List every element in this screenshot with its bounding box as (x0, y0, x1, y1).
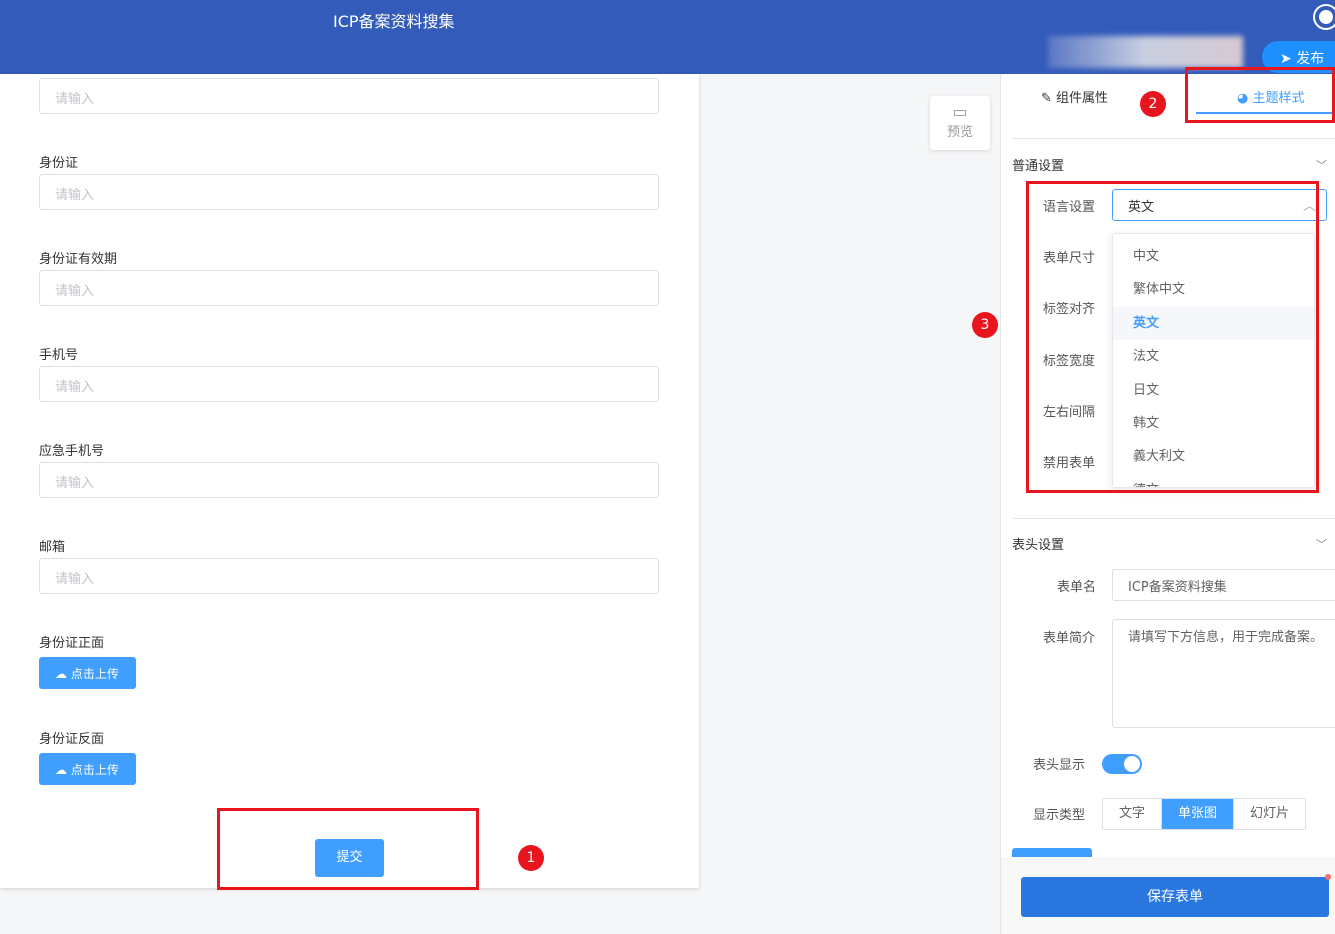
label: 表单简介 (1043, 631, 1096, 646)
field-label: 身份证反面 (39, 732, 105, 747)
id-card-input[interactable]: 请输入 (39, 174, 659, 210)
field-label: 邮箱 (39, 540, 66, 555)
field-label: 手机号 (39, 348, 79, 363)
divider (1012, 518, 1335, 519)
annotation-box (1026, 181, 1319, 493)
pencil-icon: ✎ (1041, 91, 1057, 106)
divider (1012, 138, 1335, 139)
field-label: 身份证正面 (39, 636, 105, 651)
annotation-box (217, 808, 479, 890)
id-validity-input[interactable]: 请输入 (39, 270, 659, 306)
display-type-single-image[interactable]: 单张图 (1162, 799, 1235, 829)
top-bar: ICP备案资料搜集 ➤ 发布 (0, 0, 1335, 74)
section-general[interactable]: 普通设置 (1012, 155, 1064, 174)
display-type-text[interactable]: 文字 (1103, 799, 1163, 829)
upload-front-button[interactable]: ☁ 点击上传 (39, 657, 136, 689)
display-type-group: 文字 单张图 幻灯片 (1102, 798, 1307, 830)
email-input[interactable]: 请输入 (39, 558, 659, 594)
save-form-button[interactable]: 保存表单 (1021, 877, 1329, 917)
section-header[interactable]: 表头设置 (1012, 534, 1064, 553)
preview-button[interactable]: ▭ 预览 (930, 96, 990, 150)
annotation-badge: 3 (972, 312, 998, 338)
form-name-input[interactable]: ICP备案资料搜集 (1112, 569, 1335, 601)
label: 表单名 (1057, 580, 1097, 595)
upload-back-button[interactable]: ☁ 点击上传 (39, 753, 136, 785)
tab-component-props[interactable]: ✎ 组件属性 (1041, 87, 1108, 106)
blurred-region (1048, 36, 1243, 68)
label: 显示类型 (1033, 808, 1086, 823)
label: 表头显示 (1033, 758, 1086, 773)
annotation-badge: 2 (1140, 91, 1166, 117)
notification-dot (1325, 874, 1331, 880)
cloud-upload-icon: ☁ (55, 763, 71, 777)
chevron-down-icon[interactable]: ﹀ (1316, 157, 1327, 173)
emergency-phone-input[interactable]: 请输入 (39, 462, 659, 498)
chevron-down-icon[interactable]: ﹀ (1316, 536, 1327, 552)
annotation-box (1185, 67, 1335, 123)
cloud-upload-icon: ☁ (55, 667, 71, 681)
field-label: 身份证 (39, 156, 79, 171)
header-toggle[interactable] (1102, 754, 1142, 774)
text-input[interactable]: 请输入 (39, 78, 659, 114)
send-icon: ➤ (1280, 51, 1297, 67)
field-label: 身份证有效期 (39, 252, 118, 267)
form-desc-textarea[interactable]: 请填写下方信息，用于完成备案。 (1112, 619, 1335, 728)
annotation-badge: 1 (518, 845, 544, 871)
field-label: 应急手机号 (39, 444, 105, 459)
avatar[interactable] (1315, 6, 1335, 28)
monitor-icon: ▭ (952, 102, 968, 121)
app-title: ICP备案资料搜集 (333, 12, 455, 31)
phone-input[interactable]: 请输入 (39, 366, 659, 402)
display-type-slideshow[interactable]: 幻灯片 (1234, 799, 1305, 829)
